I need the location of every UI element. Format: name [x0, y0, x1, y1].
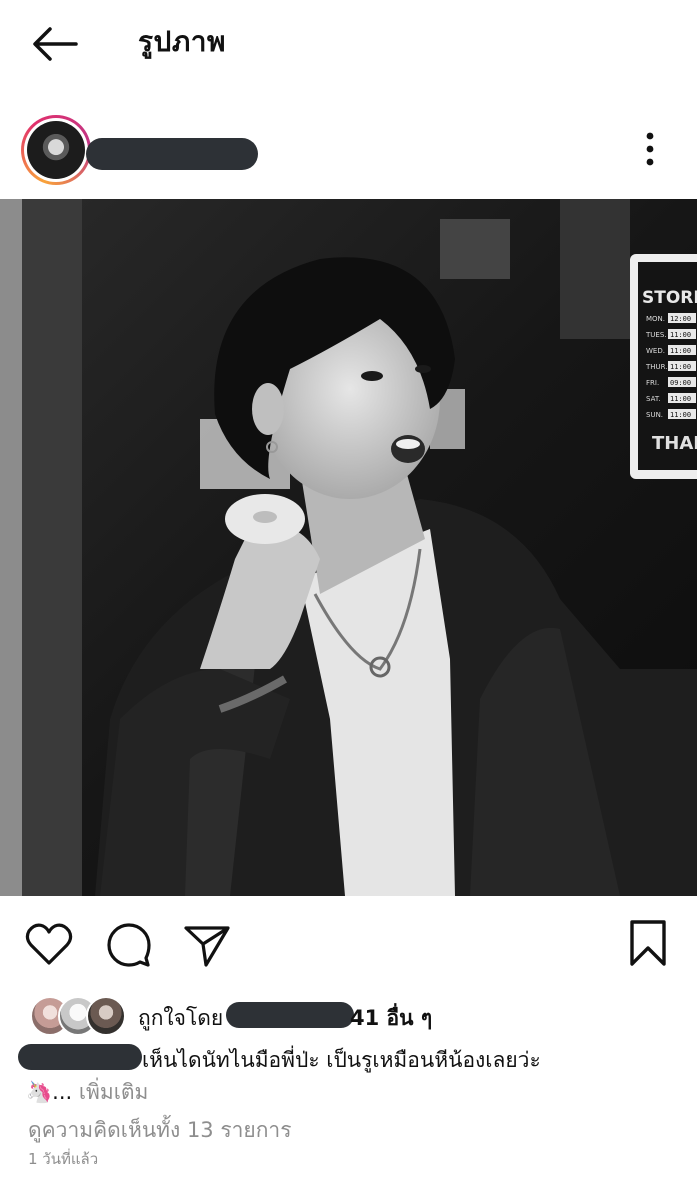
view-all-comments-link[interactable]: ดูความคิดเห็นทั้ง 13 รายการ: [28, 1114, 292, 1147]
svg-text:MON.: MON.: [646, 315, 665, 323]
liker-avatars[interactable]: [30, 996, 126, 1036]
liked-by-username-redacted[interactable]: [226, 1002, 354, 1028]
more-vertical-icon: [646, 132, 654, 166]
svg-text:SAT.: SAT.: [646, 395, 661, 403]
arrow-left-icon: [33, 27, 78, 61]
bookmark-icon: [630, 920, 666, 966]
svg-text:11:00: 11:00: [670, 347, 691, 355]
username-redacted[interactable]: [86, 138, 258, 170]
caption-text: เห็นไดนัทไนมือพี่ป่ะ เป็นรูเหมือนหีน้องเ…: [142, 1048, 541, 1072]
more-options-button[interactable]: [636, 128, 664, 170]
caption-emoji: 🦄...: [26, 1080, 73, 1104]
caption-username-redacted[interactable]: [18, 1044, 142, 1070]
svg-text:11:00: 11:00: [670, 363, 691, 371]
svg-text:12:00: 12:00: [670, 315, 691, 323]
comment-button[interactable]: [104, 920, 154, 970]
send-icon: [184, 926, 230, 967]
heart-icon: [25, 923, 73, 965]
svg-text:11:00: 11:00: [670, 411, 691, 419]
sign-footer: THAN: [652, 433, 697, 454]
svg-text:SUN.: SUN.: [646, 411, 663, 419]
svg-text:09:00: 09:00: [670, 379, 691, 387]
liker-avatar: [86, 996, 126, 1036]
svg-text:TUES.: TUES.: [645, 331, 667, 339]
like-button[interactable]: [24, 920, 74, 970]
liked-by-label: ถูกใจโดย: [138, 1006, 224, 1030]
svg-text:FRI.: FRI.: [646, 379, 659, 387]
caption-continued: 🦄... เพิ่มเติม: [26, 1076, 148, 1109]
see-more-link[interactable]: เพิ่มเติม: [72, 1080, 149, 1104]
liked-by-others[interactable]: 41 อื่น ๆ: [350, 1002, 432, 1035]
save-button[interactable]: [624, 920, 674, 970]
avatar[interactable]: [21, 115, 91, 185]
sign-title: STORE H: [642, 288, 697, 308]
store-hours-sign: STORE H MON. TUES. WED. THUR. FRI. SAT. …: [630, 254, 697, 479]
avatar-image: [27, 121, 85, 179]
post-photo[interactable]: STORE H MON. TUES. WED. THUR. FRI. SAT. …: [0, 199, 697, 896]
comment-icon: [107, 923, 151, 967]
share-button[interactable]: [182, 920, 232, 970]
svg-text:THUR.: THUR.: [645, 363, 668, 371]
photo-image: STORE H MON. TUES. WED. THUR. FRI. SAT. …: [0, 199, 697, 896]
page-title: รูปภาพ: [138, 25, 226, 58]
back-button[interactable]: [28, 22, 80, 66]
svg-text:11:00: 11:00: [670, 331, 691, 339]
svg-text:WED.: WED.: [646, 347, 665, 355]
post-timestamp: 1 วันที่แล้ว: [28, 1150, 99, 1168]
svg-text:11:00: 11:00: [670, 395, 691, 403]
